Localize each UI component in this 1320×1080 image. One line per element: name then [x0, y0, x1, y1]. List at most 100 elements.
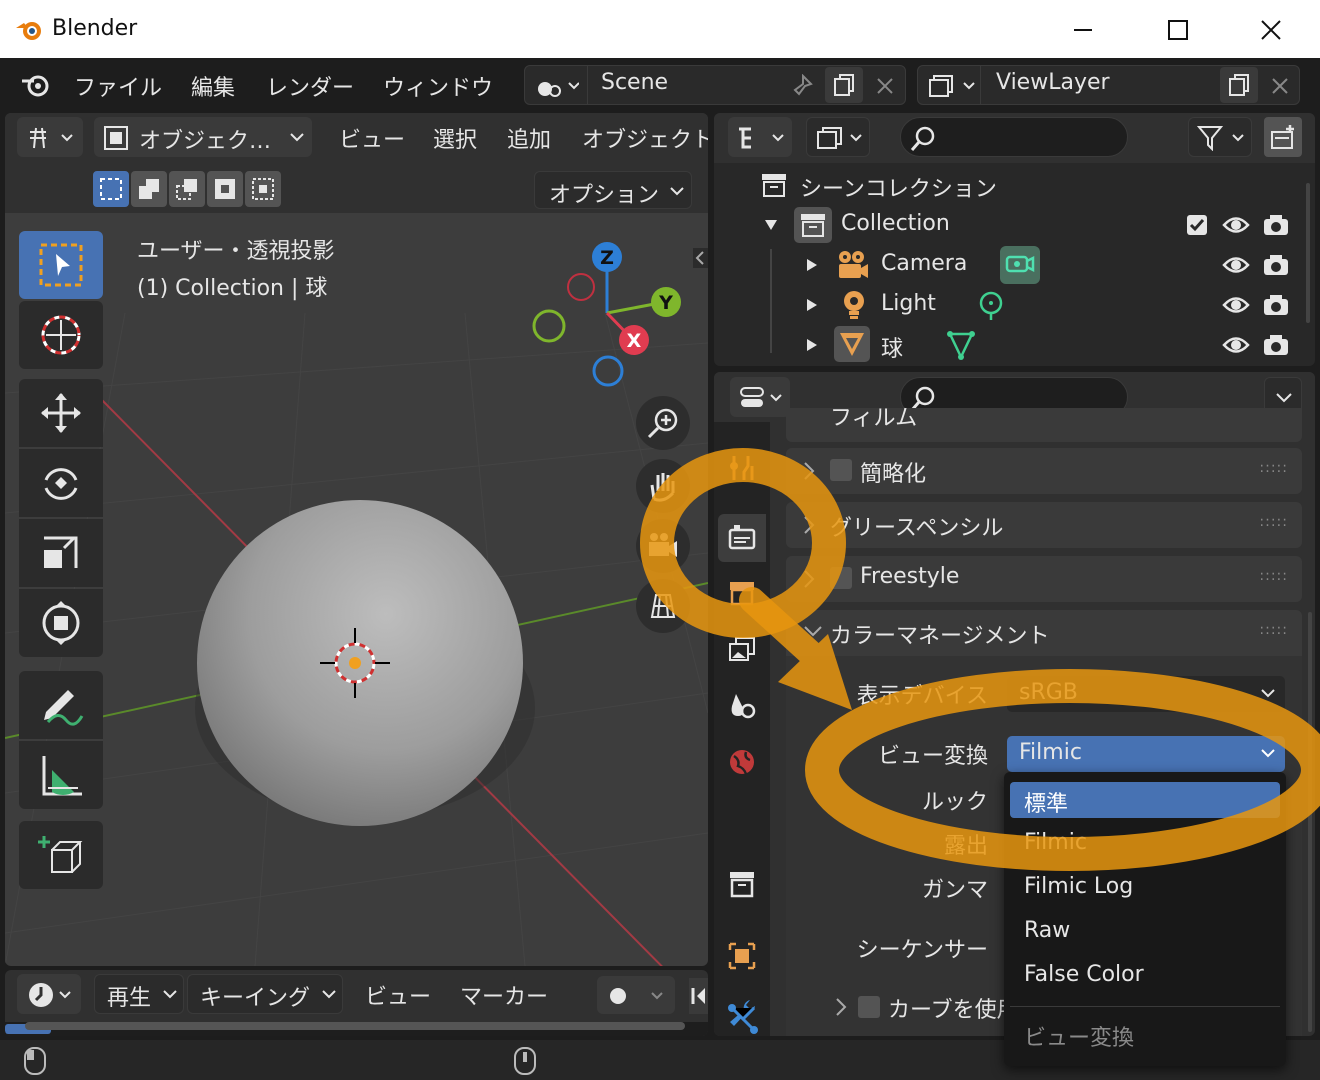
scene-selector[interactable]: Scene — [524, 65, 906, 105]
properties-editor-type[interactable] — [730, 377, 790, 417]
transform-tool[interactable] — [19, 589, 103, 657]
tab-scene[interactable] — [718, 682, 766, 730]
camera-view-button[interactable] — [636, 519, 690, 573]
tab-tool[interactable] — [718, 444, 766, 492]
view-layer-name[interactable]: ViewLayer — [996, 70, 1110, 95]
outliner-editor-type[interactable] — [728, 117, 792, 157]
scene-name[interactable]: Scene — [601, 70, 668, 95]
timeline-editor-type[interactable] — [17, 974, 81, 1014]
new-collection-button[interactable] — [1264, 117, 1302, 157]
perspective-toggle-button[interactable] — [636, 579, 690, 633]
remove-view-layer-icon[interactable] — [1270, 76, 1290, 96]
menu-edit[interactable]: 編集 — [191, 70, 235, 102]
render-camera-icon[interactable] — [1262, 253, 1290, 277]
render-camera-icon[interactable] — [1262, 293, 1290, 317]
rotate-tool[interactable] — [19, 449, 103, 517]
curves-checkbox[interactable] — [858, 996, 880, 1018]
menu-window[interactable]: ウィンドウ — [383, 70, 493, 102]
drag-handle-icon[interactable]: ::::: — [1259, 568, 1288, 584]
sidebar-toggle[interactable] — [693, 248, 708, 268]
tab-view-layer[interactable] — [718, 626, 766, 674]
tab-output[interactable] — [718, 570, 766, 618]
mode-selector[interactable]: オブジェク… — [94, 117, 312, 157]
particles-icon[interactable] — [726, 1002, 760, 1036]
timeline-menu-marker[interactable]: マーカー — [460, 979, 548, 1011]
dropdown-item-filmic-log[interactable]: Filmic Log — [1024, 874, 1133, 899]
color-management-header[interactable]: カラーマネージメント ::::: — [786, 610, 1302, 656]
display-device-field[interactable]: sRGB — [1007, 676, 1285, 712]
outliner-row-scene-collection[interactable]: シーンコレクション — [714, 165, 1315, 205]
viewport-menu-add[interactable]: 追加 — [507, 122, 551, 154]
3d-viewport[interactable]: オブジェク… ビュー 選択 追加 オブジェクト オプション ユーザー・透視投影 … — [5, 113, 708, 966]
camera-data-button[interactable] — [1000, 246, 1040, 284]
disclosure-expanded-icon[interactable] — [764, 219, 778, 231]
timeline-scrubber[interactable] — [5, 1022, 708, 1036]
auto-keying-toggle[interactable] — [597, 976, 675, 1014]
outliner-row-collection[interactable]: Collection — [714, 205, 1315, 245]
menu-file[interactable]: ファイル — [74, 70, 162, 102]
select-difference-button[interactable] — [207, 171, 243, 207]
tab-render[interactable] — [718, 514, 766, 562]
outliner-scrollbar[interactable] — [1306, 183, 1310, 323]
exclude-checkbox-icon[interactable] — [1186, 214, 1208, 236]
scale-tool[interactable] — [19, 519, 103, 587]
outliner-row-camera[interactable]: Camera — [714, 245, 1315, 285]
navigation-gizmo[interactable]: Z Y X — [525, 238, 705, 388]
mesh-data-icon[interactable] — [946, 330, 976, 360]
panel-simplify[interactable]: 簡略化 ::::: — [786, 448, 1302, 494]
dropdown-item-standard[interactable]: 標準 — [1010, 782, 1280, 818]
properties-scrollbar[interactable] — [1308, 612, 1312, 1032]
drag-handle-icon[interactable]: ::::: — [1259, 622, 1288, 638]
maximize-button[interactable] — [1155, 10, 1201, 50]
freestyle-checkbox[interactable] — [830, 567, 852, 589]
viewport-menu-object[interactable]: オブジェクト — [582, 122, 708, 154]
simplify-checkbox[interactable] — [830, 459, 852, 481]
disclosure-collapsed-icon[interactable] — [806, 258, 818, 272]
tab-object[interactable] — [718, 932, 766, 980]
pan-button[interactable] — [636, 459, 690, 513]
timeline-menu-view[interactable]: ビュー — [365, 979, 431, 1011]
playback-menu[interactable]: 再生 — [94, 974, 184, 1014]
render-camera-icon[interactable] — [1262, 333, 1290, 357]
measure-tool[interactable] — [19, 741, 103, 809]
disclosure-collapsed-icon[interactable] — [806, 338, 818, 352]
new-scene-button[interactable] — [825, 67, 863, 103]
select-box-tool[interactable] — [19, 231, 103, 299]
dropdown-item-filmic[interactable]: Filmic — [1024, 830, 1087, 855]
panel-film[interactable]: フィルム — [786, 406, 1302, 442]
drag-handle-icon[interactable]: ::::: — [1259, 460, 1288, 476]
select-set-button[interactable] — [93, 171, 129, 207]
jump-start-button[interactable] — [689, 978, 708, 1014]
outliner-row-light[interactable]: Light — [714, 285, 1315, 325]
view-layer-selector[interactable]: ViewLayer — [917, 65, 1300, 105]
disclosure-collapsed-icon[interactable] — [806, 298, 818, 312]
dropdown-item-false-color[interactable]: False Color — [1024, 962, 1144, 987]
viewport-menu-view[interactable]: ビュー — [339, 122, 405, 154]
pin-icon[interactable] — [791, 74, 815, 98]
select-subtract-button[interactable] — [169, 171, 205, 207]
drag-handle-icon[interactable]: ::::: — [1259, 514, 1288, 530]
light-data-icon[interactable] — [976, 291, 1006, 321]
outliner-row-sphere[interactable]: 球 — [714, 325, 1315, 365]
select-extend-button[interactable] — [131, 171, 167, 207]
add-cube-tool[interactable] — [19, 821, 103, 889]
outliner-search-input[interactable] — [900, 117, 1128, 157]
keying-menu[interactable]: キーイング — [187, 974, 343, 1014]
close-button[interactable] — [1248, 10, 1294, 50]
eye-icon[interactable] — [1222, 294, 1250, 316]
new-view-layer-button[interactable] — [1220, 67, 1258, 103]
minimize-button[interactable] — [1060, 10, 1106, 50]
viewport-menu-select[interactable]: 選択 — [433, 122, 477, 154]
select-intersect-button[interactable] — [245, 171, 281, 207]
editor-type-button[interactable] — [17, 117, 83, 157]
cursor-tool[interactable] — [19, 301, 103, 369]
tab-collection[interactable] — [718, 860, 766, 908]
unlink-scene-icon[interactable] — [875, 76, 895, 96]
timeline-scrollbar[interactable] — [25, 1022, 685, 1030]
eye-icon[interactable] — [1222, 334, 1250, 356]
display-mode-dropdown[interactable] — [806, 117, 870, 157]
dropdown-item-raw[interactable]: Raw — [1024, 918, 1070, 943]
blender-menu-icon[interactable] — [20, 70, 52, 98]
filter-dropdown[interactable] — [1188, 117, 1252, 157]
options-dropdown[interactable]: オプション — [534, 171, 692, 209]
